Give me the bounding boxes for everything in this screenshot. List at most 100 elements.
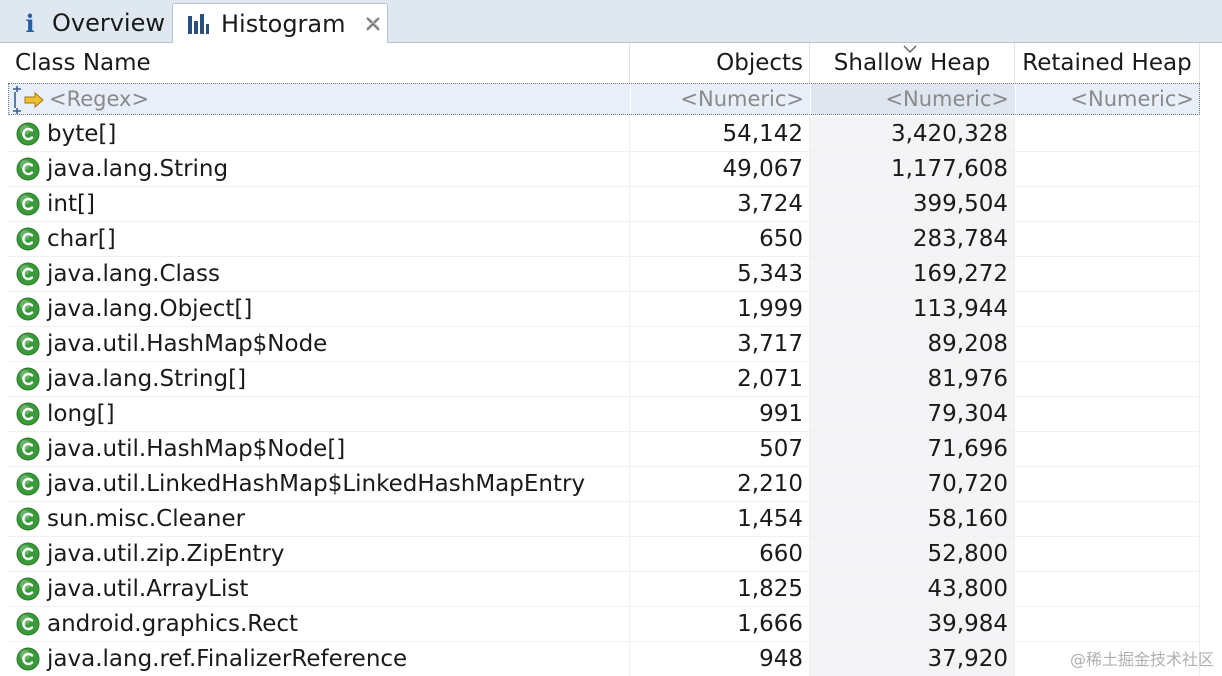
retained-heap-cell	[1015, 502, 1200, 537]
class-icon	[16, 227, 40, 251]
objects-cell: 1,666	[630, 607, 810, 642]
column-header-objects[interactable]: Objects	[630, 43, 810, 83]
objects-cell: 2,210	[630, 467, 810, 502]
retained-heap-cell	[1015, 327, 1200, 362]
shallow-heap-cell: 283,784	[810, 222, 1015, 257]
objects-cell: 991	[630, 397, 810, 432]
objects-cell: 507	[630, 432, 810, 467]
sort-descending-icon	[903, 45, 917, 54]
objects-cell: 1,454	[630, 502, 810, 537]
objects-cell: 3,724	[630, 187, 810, 222]
retained-heap-cell	[1015, 222, 1200, 257]
table-row[interactable]: android.graphics.Rect 1,666 39,984	[8, 607, 1200, 642]
shallow-heap-cell: 37,920	[810, 642, 1015, 676]
class-icon	[16, 367, 40, 391]
tab-overview[interactable]: i Overview	[4, 4, 170, 42]
histogram-icon	[188, 13, 209, 34]
table-row[interactable]: long[] 991 79,304	[8, 397, 1200, 432]
class-name-cell: java.util.LinkedHashMap$LinkedHashMapEnt…	[8, 467, 630, 502]
table-row[interactable]: byte[] 54,142 3,420,328	[8, 117, 1200, 152]
column-header-retained-heap[interactable]: Retained Heap	[1015, 43, 1200, 83]
editor-tab-bar: i Overview Histogram	[0, 0, 1222, 43]
objects-cell: 3,717	[630, 327, 810, 362]
retained-heap-cell	[1015, 152, 1200, 187]
table-row[interactable]: char[] 650 283,784	[8, 222, 1200, 257]
objects-cell: 948	[630, 642, 810, 676]
shallow-heap-cell: 1,177,608	[810, 152, 1015, 187]
objects-cell: 660	[630, 537, 810, 572]
class-icon	[16, 297, 40, 321]
column-header-class-name[interactable]: Class Name	[8, 43, 630, 83]
class-name-cell: java.lang.String[]	[8, 362, 630, 397]
class-name-cell: android.graphics.Rect	[8, 607, 630, 642]
shallow-heap-cell: 81,976	[810, 362, 1015, 397]
class-icon	[16, 437, 40, 461]
table-row[interactable]: java.util.zip.ZipEntry 660 52,800	[8, 537, 1200, 572]
table-row[interactable]: java.lang.String 49,067 1,177,608	[8, 152, 1200, 187]
class-name-cell: java.util.ArrayList	[8, 572, 630, 607]
table-row[interactable]: java.util.LinkedHashMap$LinkedHashMapEnt…	[8, 467, 1200, 502]
shallow-heap-cell: 169,272	[810, 257, 1015, 292]
objects-cell: 5,343	[630, 257, 810, 292]
filter-retained-heap-input[interactable]: <Numeric>	[1016, 84, 1201, 114]
table-row[interactable]: java.util.HashMap$Node[] 507 71,696	[8, 432, 1200, 467]
objects-cell: 2,071	[630, 362, 810, 397]
class-name-cell: java.lang.Object[]	[8, 292, 630, 327]
table-header: Class Name Objects Shallow Heap Retained…	[8, 43, 1200, 83]
table-row[interactable]: java.util.HashMap$Node 3,717 89,208	[8, 327, 1200, 362]
objects-cell: 54,142	[630, 117, 810, 152]
table-row[interactable]: int[] 3,724 399,504	[8, 187, 1200, 222]
class-icon	[16, 542, 40, 566]
objects-cell: 1,825	[630, 572, 810, 607]
class-name-cell: java.util.zip.ZipEntry	[8, 537, 630, 572]
filter-objects-input[interactable]: <Numeric>	[631, 84, 811, 114]
shallow-heap-cell: 89,208	[810, 327, 1015, 362]
class-icon	[16, 612, 40, 636]
table-row[interactable]: java.lang.String[] 2,071 81,976	[8, 362, 1200, 397]
objects-cell: 650	[630, 222, 810, 257]
class-icon	[16, 577, 40, 601]
shallow-heap-cell: 43,800	[810, 572, 1015, 607]
shallow-heap-cell: 70,720	[810, 467, 1015, 502]
retained-heap-cell	[1015, 117, 1200, 152]
tab-histogram[interactable]: Histogram	[172, 3, 388, 43]
filter-shallow-heap-input[interactable]: <Numeric>	[811, 84, 1016, 114]
retained-heap-cell	[1015, 607, 1200, 642]
class-icon	[16, 507, 40, 531]
class-name-cell: int[]	[8, 187, 630, 222]
retained-heap-cell	[1015, 467, 1200, 502]
table-row[interactable]: sun.misc.Cleaner 1,454 58,160	[8, 502, 1200, 537]
class-icon	[16, 647, 40, 671]
table-row[interactable]: java.util.ArrayList 1,825 43,800	[8, 572, 1200, 607]
class-name-cell: long[]	[8, 397, 630, 432]
shallow-heap-cell: 39,984	[810, 607, 1015, 642]
class-icon	[16, 472, 40, 496]
shallow-heap-cell: 79,304	[810, 397, 1015, 432]
class-name-cell: java.util.HashMap$Node[]	[8, 432, 630, 467]
class-name-cell: java.lang.Class	[8, 257, 630, 292]
retained-heap-cell	[1015, 292, 1200, 327]
tab-histogram-label: Histogram	[221, 9, 346, 38]
retained-heap-cell	[1015, 257, 1200, 292]
histogram-table: Class Name Objects Shallow Heap Retained…	[8, 43, 1222, 676]
class-icon	[16, 157, 40, 181]
class-name-cell: char[]	[8, 222, 630, 257]
class-icon	[16, 332, 40, 356]
class-icon	[16, 262, 40, 286]
retained-heap-cell	[1015, 397, 1200, 432]
table-row[interactable]: java.lang.Object[] 1,999 113,944	[8, 292, 1200, 327]
shallow-heap-cell: 113,944	[810, 292, 1015, 327]
class-name-cell: byte[]	[8, 117, 630, 152]
watermark: @稀土掘金技术社区	[1069, 650, 1214, 669]
table-row[interactable]: java.lang.Class 5,343 169,272	[8, 257, 1200, 292]
retained-heap-cell	[1015, 537, 1200, 572]
info-icon: i	[25, 8, 35, 38]
class-icon	[16, 402, 40, 426]
table-row[interactable]: java.lang.ref.FinalizerReference 948 37,92…	[8, 642, 1200, 676]
shallow-heap-cell: 58,160	[810, 502, 1015, 537]
close-icon[interactable]	[364, 15, 382, 33]
shallow-heap-cell: 52,800	[810, 537, 1015, 572]
shallow-heap-cell: 71,696	[810, 432, 1015, 467]
retained-heap-cell	[1015, 572, 1200, 607]
filter-class-name-input[interactable]: <Regex>	[9, 84, 631, 114]
